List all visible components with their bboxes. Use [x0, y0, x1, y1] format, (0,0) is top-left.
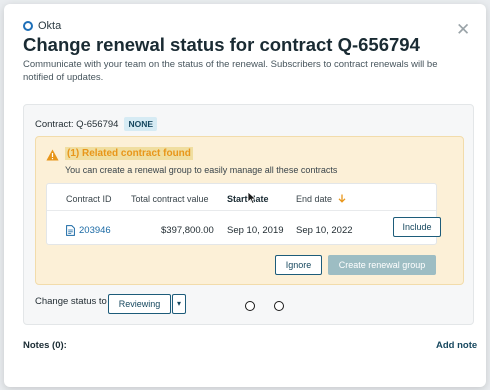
mouse-pointer-icon: [247, 191, 257, 205]
contract-row: Contract: Q-656794 NONE: [35, 117, 157, 131]
alert-title: (1) Related contract found: [65, 147, 193, 160]
arrow-down-icon: [338, 194, 346, 203]
column-header-total-value[interactable]: Total contract value: [131, 194, 209, 204]
radio-option-1[interactable]: [245, 301, 255, 311]
document-icon: [66, 225, 75, 236]
close-icon[interactable]: ✕: [456, 21, 470, 38]
end-date-cell: Sep 10, 2022: [296, 225, 353, 236]
contract-id-cell[interactable]: 203946: [66, 225, 111, 236]
table-header-divider: [47, 210, 436, 211]
create-renewal-group-button[interactable]: Create renewal group: [328, 255, 436, 275]
start-date-cell: Sep 10, 2019: [227, 225, 284, 236]
notes-label: Notes (0):: [23, 340, 67, 351]
status-badge: NONE: [124, 117, 157, 131]
alert-subtitle: You can create a renewal group to easily…: [65, 165, 338, 175]
renewal-status-dialog: Okta ✕ Change renewal status for contrac…: [4, 4, 486, 387]
related-contract-alert: (1) Related contract found You can creat…: [35, 136, 464, 285]
column-header-contract-id[interactable]: Contract ID: [66, 194, 112, 204]
total-value-cell: $397,800.00: [161, 225, 214, 236]
end-date-label: End date: [296, 194, 333, 204]
contract-id-link[interactable]: 203946: [79, 225, 111, 236]
chevron-down-icon[interactable]: ▾: [172, 294, 186, 314]
ignore-button[interactable]: Ignore: [275, 255, 322, 275]
related-contracts-table: Contract ID Total contract value Start d…: [46, 183, 441, 245]
warning-triangle-icon: [46, 149, 59, 161]
brand-name: Okta: [38, 20, 62, 32]
brand: Okta: [23, 20, 61, 32]
status-select[interactable]: Reviewing: [108, 294, 171, 314]
contract-panel: Contract: Q-656794 NONE (1) Related cont…: [23, 104, 474, 325]
okta-logo-icon: [23, 21, 33, 31]
contract-label: Contract: Q-656794: [35, 118, 119, 130]
column-header-end-date[interactable]: End date: [296, 194, 346, 204]
radio-option-2[interactable]: [274, 301, 284, 311]
add-note-link[interactable]: Add note: [436, 340, 477, 351]
dialog-title: Change renewal status for contract Q-656…: [23, 34, 420, 55]
include-button[interactable]: Include: [393, 217, 441, 237]
dialog-description: Communicate with your team on the status…: [23, 59, 438, 83]
change-status-label: Change status to: [35, 296, 107, 307]
